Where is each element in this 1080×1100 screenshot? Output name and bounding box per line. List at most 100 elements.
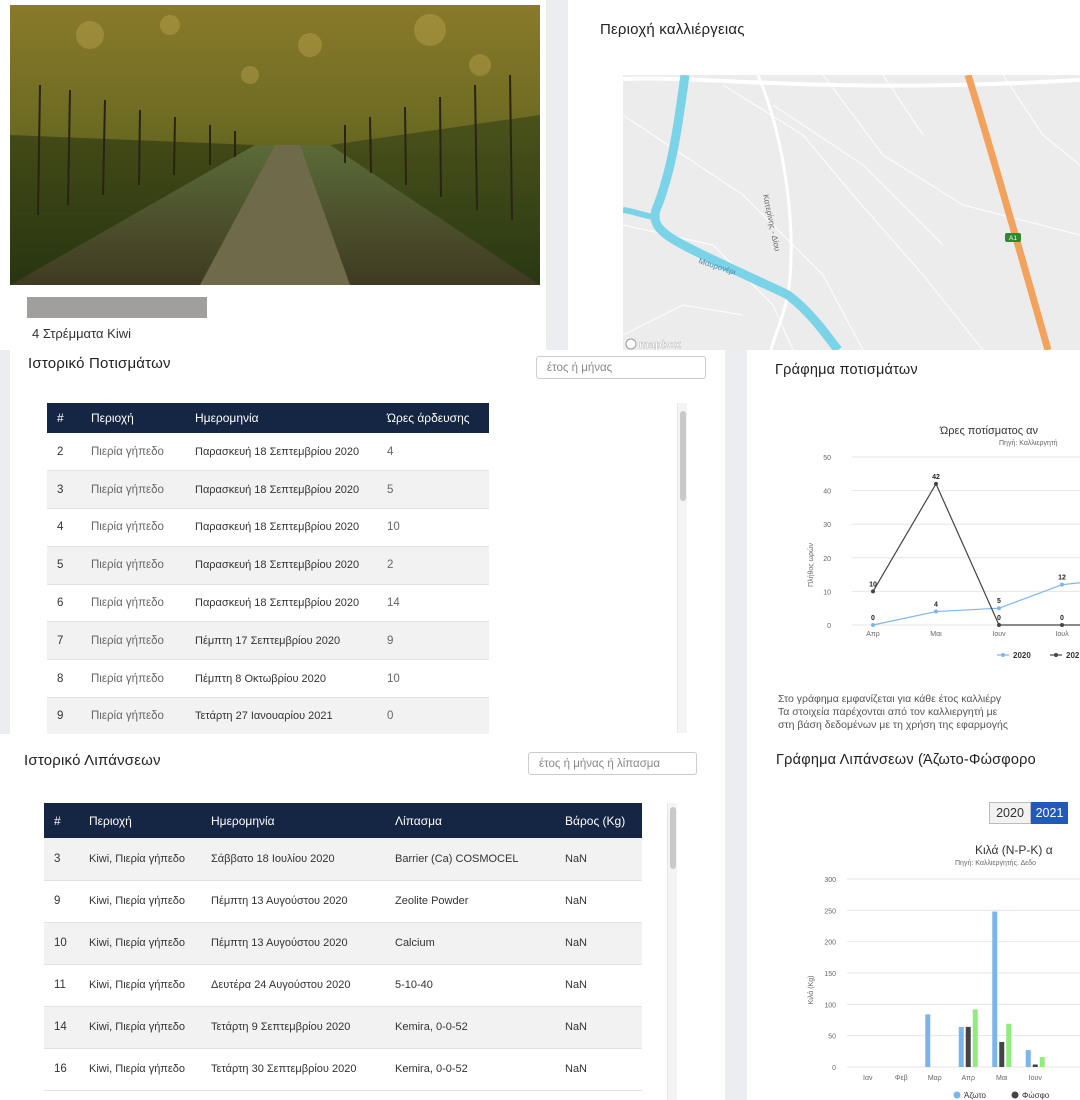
table-row[interactable]: 6 Πιερία γήπεδο Παρασκευή 18 Σεπτεμβρίου 2…	[47, 584, 489, 623]
legend-label[interactable]: Φώσφο	[1022, 1091, 1050, 1100]
bar-Κάλιο[interactable]	[972, 1009, 978, 1067]
data-label: 12	[1058, 575, 1066, 582]
table-cell: 10	[44, 922, 79, 965]
legend-marker	[1011, 1091, 1019, 1099]
scrollbar-thumb[interactable]	[670, 807, 676, 869]
table-cell: Πιερία γήπεδο	[81, 584, 185, 623]
area-map[interactable]: A1 Κατερίνης - Δίου Μαυρονέρι mapbox	[623, 75, 1080, 350]
y-tick-label: 0	[832, 1065, 836, 1072]
data-point[interactable]	[871, 589, 875, 594]
table-row[interactable]: 4 Πιερία γήπεδο Παρασκευή 18 Σεπτεμβρίου 2…	[47, 508, 489, 547]
table-row[interactable]: 16 Kiwi, Πιερία γήπεδο Τετάρτη 30 Σεπτεμβρ…	[44, 1048, 642, 1091]
column-header[interactable]: #	[44, 803, 79, 838]
table-cell: 16	[44, 1048, 79, 1091]
data-point[interactable]	[934, 481, 938, 486]
table-cell: 5	[377, 470, 489, 510]
table-cell: Δευτέρα 24 Αυγούστου 2020	[201, 964, 385, 1007]
year-button-2020[interactable]: 2020	[989, 802, 1031, 824]
bar-Κάλιο[interactable]	[1039, 1056, 1045, 1067]
map-canvas[interactable]: A1 Κατερίνης - Δίου Μαυρονέρι mapbox	[623, 75, 1080, 350]
orchard-photo	[10, 5, 540, 285]
table-row[interactable]: 2 Πιερία γήπεδο Παρασκευή 18 Σεπτεμβρίου 2…	[47, 433, 489, 472]
data-point[interactable]	[997, 606, 1001, 611]
column-header[interactable]: Λίπασμα	[385, 803, 555, 838]
legend-label[interactable]: Άζωτο	[964, 1091, 987, 1100]
table-cell: Πέμπτη 13 Αυγούστου 2020	[201, 922, 385, 965]
fertilization-bar-chart: Κιλά (N-P-K) α Πηγή: Καλλιεργητής. Δεδο …	[807, 843, 1080, 1100]
bar-Άζωτο[interactable]	[958, 1026, 964, 1067]
table-cell: 10	[377, 508, 489, 547]
description-line: στη βάση δεδομένων με τη χρήση της εφαρμ…	[778, 719, 1008, 731]
table-row[interactable]: 10 Kiwi, Πιερία γήπεδο Πέμπτη 13 Αυγούστου…	[44, 922, 642, 965]
table-cell: Kiwi, Πιερία γήπεδο	[79, 1048, 201, 1091]
bar-Κάλιο[interactable]	[1006, 1023, 1012, 1067]
data-label: 5	[997, 598, 1001, 605]
table-row[interactable]: 3 Kiwi, Πιερία γήπεδο Σάββατο 18 Ιουλίου 2…	[44, 838, 642, 881]
data-point[interactable]	[934, 609, 938, 614]
legend-label[interactable]: 202	[1066, 651, 1080, 660]
table-cell: NaN	[555, 964, 642, 1007]
irrigation-line-chart: Ώρες ποτίσματος αν Πηγή: Καλλιεργητή Πλή…	[807, 425, 1080, 660]
table-cell: Πιερία γήπεδο	[81, 546, 185, 585]
fertilization-table-header: # Περιοχή Ημερομηνία Λίπασμα Βάρος (Kg)	[44, 803, 642, 838]
table-cell: 14	[44, 1006, 79, 1049]
fertilization-scrollbar[interactable]	[667, 803, 677, 1100]
table-cell: Σάββατο 18 Ιουλίου 2020	[201, 838, 385, 881]
x-tick-label: Φεβ	[895, 1075, 908, 1082]
bar-Φώσφορο[interactable]	[965, 1026, 971, 1067]
column-header[interactable]: Βάρος (Kg)	[555, 803, 642, 838]
table-cell: Παρασκευή 18 Σεπτεμβρίου 2020	[185, 433, 377, 472]
irrigation-scrollbar[interactable]	[677, 403, 687, 733]
table-cell: Kemira, 0-0-52	[385, 1006, 555, 1049]
table-cell: 14	[377, 584, 489, 623]
table-cell: NaN	[555, 1006, 642, 1049]
x-tick-label: Απρ	[866, 631, 879, 638]
x-tick-label: Μαρ	[928, 1075, 942, 1082]
data-point[interactable]	[1060, 582, 1064, 587]
table-cell: Παρασκευή 18 Σεπτεμβρίου 2020	[185, 470, 377, 510]
legend-marker	[1054, 653, 1058, 657]
bar-Άζωτο[interactable]	[992, 911, 998, 1067]
y-tick-label: 150	[824, 971, 836, 978]
x-tick-label: Ιουν	[1029, 1075, 1043, 1082]
x-tick-label: Ιουν	[992, 631, 1006, 638]
column-header[interactable]: Ημερομηνία	[201, 803, 385, 838]
x-tick-label: Απρ	[962, 1075, 975, 1082]
scrollbar-thumb[interactable]	[680, 411, 686, 501]
map-attribution: mapbox	[639, 339, 682, 350]
bar-Άζωτο[interactable]	[1025, 1050, 1031, 1067]
table-row[interactable]: 8 Πιερία γήπεδο Πέμπτη 8 Οκτωβρίου 2020 10	[47, 659, 489, 699]
table-cell: Πιερία γήπεδο	[81, 659, 185, 699]
table-cell: 3	[47, 470, 81, 510]
table-cell: 5-10-40	[385, 964, 555, 1007]
table-row[interactable]: 9 Πιερία γήπεδο Τετάρτη 27 Ιανουαρίου 2021…	[47, 697, 489, 736]
table-row[interactable]: 3 Πιερία γήπεδο Παρασκευή 18 Σεπτεμβρίου 2…	[47, 470, 489, 510]
table-row[interactable]: 11 Kiwi, Πιερία γήπεδο Δευτέρα 24 Αυγούστο…	[44, 964, 642, 1007]
table-row[interactable]: 14 Kiwi, Πιερία γήπεδο Τετάρτη 9 Σεπτεμβρί…	[44, 1006, 642, 1049]
table-cell: Πέμπτη 13 Αυγούστου 2020	[201, 880, 385, 923]
data-point[interactable]	[997, 623, 1001, 627]
table-row[interactable]: 9 Kiwi, Πιερία γήπεδο Πέμπτη 13 Αυγούστου …	[44, 880, 642, 923]
column-header[interactable]: Ώρες άρδευσης	[377, 403, 489, 433]
column-header[interactable]: Ημερομηνία	[185, 403, 377, 433]
column-header[interactable]: #	[47, 403, 81, 433]
table-row[interactable]: 5 Πιερία γήπεδο Παρασκευή 18 Σεπτεμβρίου 2…	[47, 546, 489, 585]
bar-Φώσφορο[interactable]	[1032, 1064, 1038, 1067]
data-point[interactable]	[1060, 623, 1064, 627]
table-cell: 5	[47, 546, 81, 585]
year-button-2021[interactable]: 2021	[1031, 802, 1068, 824]
table-cell: Kiwi, Πιερία γήπεδο	[79, 880, 201, 923]
column-header[interactable]: Περιοχή	[81, 403, 185, 433]
table-cell: NaN	[555, 838, 642, 881]
chart-title: Κιλά (N-P-K) α	[975, 843, 1053, 857]
column-header[interactable]: Περιοχή	[79, 803, 201, 838]
legend-label[interactable]: 2020	[1013, 651, 1031, 660]
bar-Άζωτο[interactable]	[925, 1014, 931, 1067]
data-point[interactable]	[871, 623, 875, 627]
table-row[interactable]: 7 Πιερία γήπεδο Πέμπτη 17 Σεπτεμβρίου 2020…	[47, 621, 489, 661]
table-cell: Τετάρτη 9 Σεπτεμβρίου 2020	[201, 1006, 385, 1049]
table-cell: Πιερία γήπεδο	[81, 433, 185, 472]
irrigation-search-input[interactable]: έτος ή μήνας	[536, 356, 706, 379]
fertilization-search-input[interactable]: έτος ή μήνας ή λίπασμα	[528, 752, 697, 775]
bar-Φώσφορο[interactable]	[999, 1041, 1005, 1067]
